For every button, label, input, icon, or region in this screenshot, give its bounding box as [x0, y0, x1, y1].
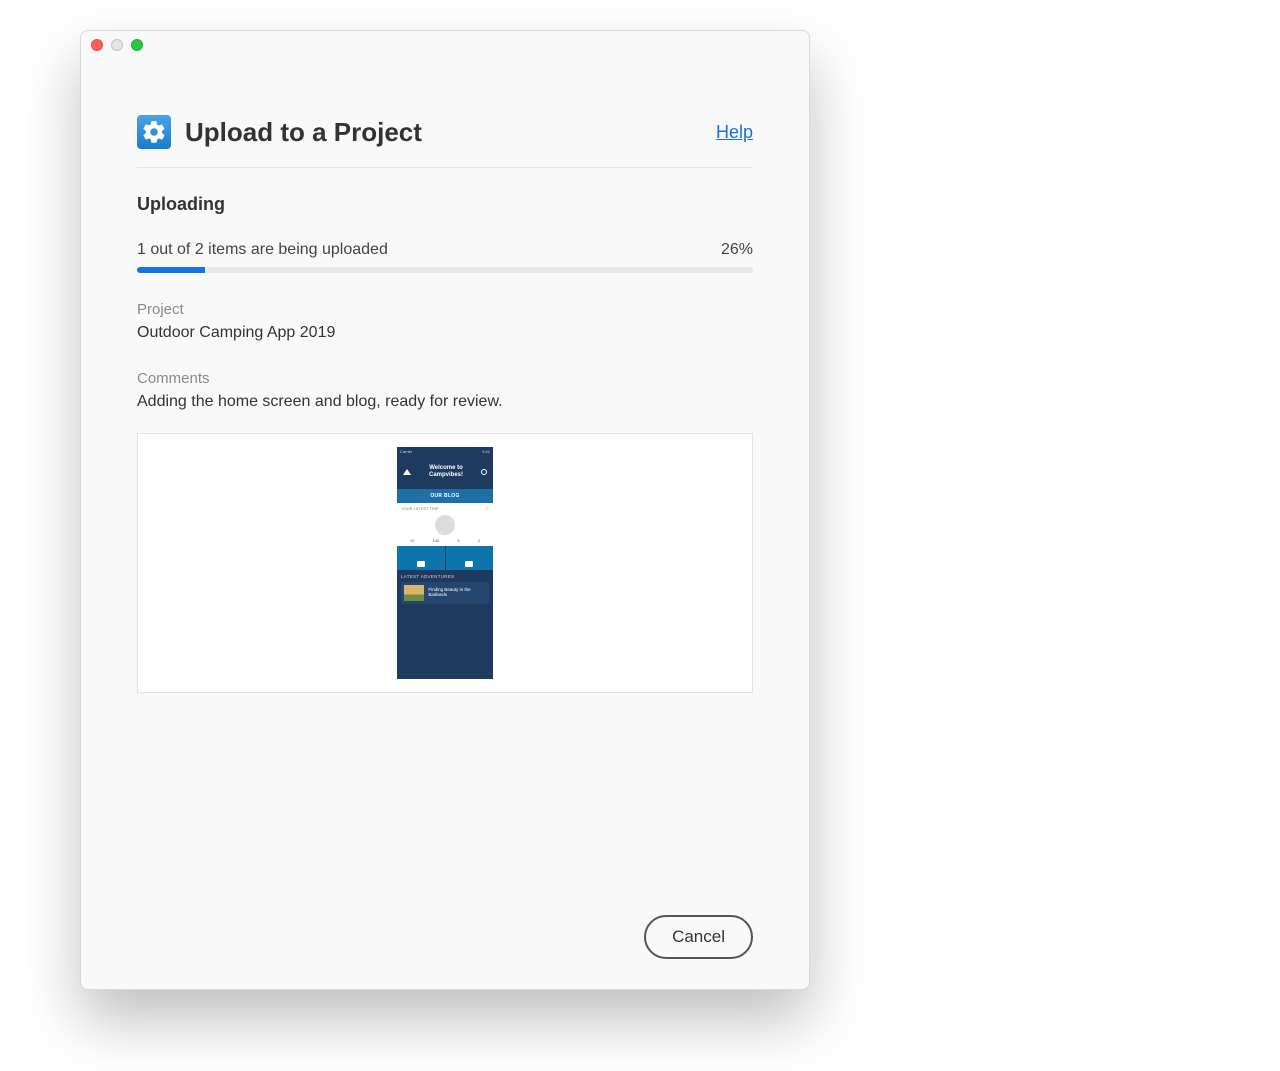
card-icon [417, 561, 425, 567]
avatar-placeholder [435, 515, 455, 535]
progress-percent: 26% [721, 241, 753, 259]
project-value: Outdoor Camping App 2019 [137, 324, 753, 342]
stat-2: 5 [457, 538, 459, 543]
progress-bar [137, 267, 753, 273]
adventure-row: Finding Beauty in the Badlands [401, 582, 489, 604]
window-close-button[interactable] [91, 39, 103, 51]
window-minimize-button[interactable] [111, 39, 123, 51]
dialog-title: Upload to a Project [185, 117, 422, 148]
preview-box: Carrier 9:41 Welcome to Campvibes! OUR B… [137, 433, 753, 693]
trip-stats: 10 140 5 2 [401, 538, 489, 543]
search-icon [481, 469, 487, 475]
stat-3: 2 [478, 538, 480, 543]
logo-icon [403, 469, 411, 475]
welcome-line1: Welcome to [429, 465, 463, 472]
card-1 [397, 546, 446, 570]
gear-icon [137, 115, 171, 149]
adventure-thumb [404, 585, 424, 601]
card-icon [465, 561, 473, 567]
welcome-line2: Campvibes! [429, 472, 463, 479]
comments-label: Comments [137, 370, 753, 387]
phone-header: Welcome to Campvibes! [397, 455, 493, 489]
dialog-header: Upload to a Project Help [137, 115, 753, 168]
help-link[interactable]: Help [716, 122, 753, 143]
comments-value: Adding the home screen and blog, ready f… [137, 393, 753, 411]
adventure-title: Finding Beauty in the Badlands [428, 588, 486, 598]
phone-time: 9:41 [482, 449, 490, 454]
status-heading: Uploading [137, 194, 753, 215]
project-label: Project [137, 301, 753, 318]
phone-blog-tab: OUR BLOG [397, 489, 493, 503]
phone-trip-card: YOUR LATEST TRIP ⓘ 10 140 5 2 [397, 503, 493, 546]
phone-statusbar: Carrier 9:41 [397, 447, 493, 455]
progress-row: 1 out of 2 items are being uploaded 26% [137, 241, 753, 259]
dialog-window: Upload to a Project Help Uploading 1 out… [80, 30, 810, 990]
preview-thumbnail: Carrier 9:41 Welcome to Campvibes! OUR B… [397, 447, 493, 679]
adventures-label: LATEST ADVENTURES [401, 574, 489, 579]
trip-header: YOUR LATEST TRIP [401, 506, 439, 512]
dialog-footer: Cancel [137, 885, 753, 959]
window-zoom-button[interactable] [131, 39, 143, 51]
cancel-button[interactable]: Cancel [644, 915, 753, 959]
stat-0: 10 [410, 538, 414, 543]
phone-cards [397, 546, 493, 570]
stat-1: 140 [433, 538, 440, 543]
phone-carrier: Carrier [400, 449, 412, 454]
dialog-content: Upload to a Project Help Uploading 1 out… [81, 59, 809, 989]
progress-fill [137, 267, 205, 273]
phone-adventures: LATEST ADVENTURES Finding Beauty in the … [397, 570, 493, 608]
titlebar [81, 31, 809, 59]
info-icon: ⓘ [485, 506, 489, 512]
phone-welcome: Welcome to Campvibes! [429, 465, 463, 478]
card-2 [446, 546, 494, 570]
header-left: Upload to a Project [137, 115, 422, 149]
progress-items-text: 1 out of 2 items are being uploaded [137, 241, 388, 259]
